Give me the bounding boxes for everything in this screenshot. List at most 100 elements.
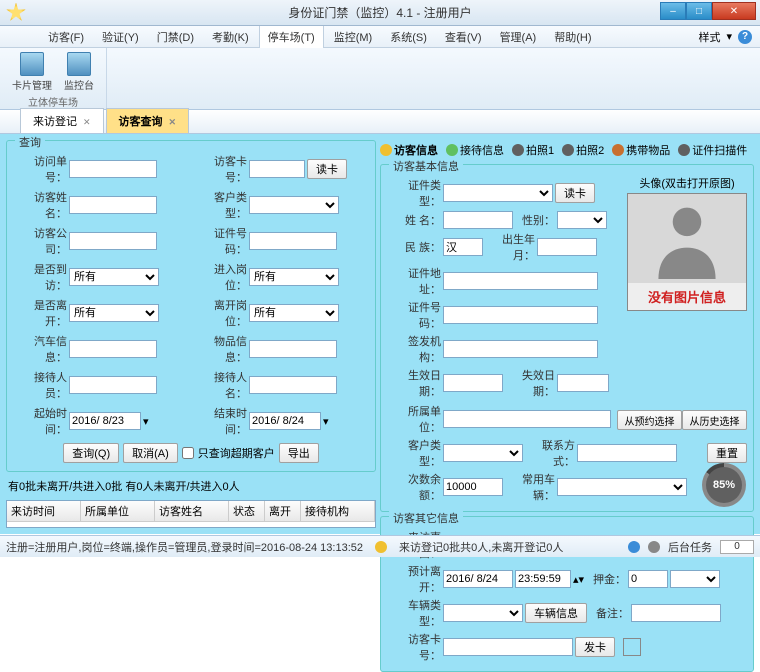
car-info-button[interactable]: 车辆信息 xyxy=(525,603,587,623)
name-input[interactable] xyxy=(443,211,513,229)
menu-access[interactable]: 门禁(D) xyxy=(149,26,202,48)
bulb-icon[interactable] xyxy=(628,541,640,553)
enter-post-select[interactable]: 所有 xyxy=(249,268,339,286)
spinner-icon[interactable]: ▴▾ xyxy=(573,573,584,586)
start-time-input[interactable] xyxy=(69,412,141,430)
visit-name-input[interactable] xyxy=(69,196,157,214)
leave-post-select[interactable]: 所有 xyxy=(249,304,339,322)
tab-visitor-info[interactable]: 访客信息 xyxy=(380,142,438,158)
visit-no-input[interactable] xyxy=(69,160,157,178)
col-visit-time[interactable]: 来访时间 xyxy=(7,501,81,521)
est-leave-time[interactable] xyxy=(515,570,571,588)
basic-title: 访客基本信息 xyxy=(389,158,463,174)
is-arrive-select[interactable]: 所有 xyxy=(69,268,159,286)
menu-visitor[interactable]: 访客(F) xyxy=(40,26,92,48)
col-leave[interactable]: 离开 xyxy=(265,501,301,521)
menu-system[interactable]: 系统(S) xyxy=(382,26,435,48)
issuer-input[interactable] xyxy=(443,340,598,358)
from-hist-button[interactable]: 从历史选择 xyxy=(682,410,747,430)
deposit-input[interactable] xyxy=(628,570,668,588)
tab-visit-register[interactable]: 来访登记✕ xyxy=(20,108,104,133)
scan-icon xyxy=(678,144,690,156)
card-no-input[interactable] xyxy=(249,160,305,178)
tab-visitor-query[interactable]: 访客查询✕ xyxy=(106,108,190,133)
menu-verify[interactable]: 验证(Y) xyxy=(94,26,147,48)
export-button[interactable]: 导出 xyxy=(279,443,319,463)
end-time-input[interactable] xyxy=(249,412,321,430)
tab-cert-scan[interactable]: 证件扫描件 xyxy=(678,142,747,158)
read-card-button[interactable]: 读卡 xyxy=(307,159,347,179)
card-no2-input[interactable] xyxy=(443,638,573,656)
receptionist-input[interactable] xyxy=(69,376,157,394)
recept-name-input[interactable] xyxy=(249,376,337,394)
style-dropdown[interactable]: 样式 xyxy=(698,29,720,45)
tab-recept-info[interactable]: 接待信息 xyxy=(446,142,504,158)
calendar-icon[interactable]: ▾ xyxy=(143,415,149,428)
cert-type-select[interactable] xyxy=(443,184,553,202)
menu-parking[interactable]: 停车场(T) xyxy=(259,25,324,48)
card-mgmt-button[interactable]: 卡片管理 xyxy=(8,50,56,94)
only-overdue-checkbox[interactable] xyxy=(182,447,194,459)
tab-photo1[interactable]: 拍照1 xyxy=(512,142,554,158)
monitor-console-button[interactable]: 监控台 xyxy=(60,50,98,94)
photo-header: 头像(双击打开原图) xyxy=(627,175,747,191)
query-button[interactable]: 查询(Q) xyxy=(63,443,119,463)
result-table[interactable]: 来访时间 所属单位 访客姓名 状态 离开 接待机构 xyxy=(6,500,376,528)
window-title: 身份证门禁（监控）4.1 - 注册用户 xyxy=(288,4,471,21)
addr-input[interactable] xyxy=(443,272,598,290)
menu-monitor[interactable]: 监控(M) xyxy=(326,26,381,48)
menu-help[interactable]: 帮助(H) xyxy=(546,26,599,48)
close-icon[interactable]: ✕ xyxy=(83,117,91,127)
tab-photo2[interactable]: 拍照2 xyxy=(562,142,604,158)
col-unit[interactable]: 所属单位 xyxy=(81,501,155,521)
maximize-button[interactable]: □ xyxy=(686,2,712,20)
cloud-icon[interactable] xyxy=(648,541,660,553)
birth-input[interactable] xyxy=(537,238,597,256)
issue-card-button[interactable]: 发卡 xyxy=(575,637,615,657)
count-left-input[interactable] xyxy=(443,478,503,496)
calendar-icon[interactable]: ▾ xyxy=(323,415,329,428)
col-name[interactable]: 访客姓名 xyxy=(155,501,229,521)
cert-no-input[interactable] xyxy=(249,232,337,250)
avatar-placeholder xyxy=(628,194,746,283)
chat-icon xyxy=(446,144,458,156)
col-status[interactable]: 状态 xyxy=(229,501,265,521)
minimize-button[interactable]: – xyxy=(660,2,686,20)
cancel-button[interactable]: 取消(A) xyxy=(123,443,178,463)
card-icon xyxy=(20,52,44,76)
menu-manage[interactable]: 管理(A) xyxy=(492,26,545,48)
car-info-input[interactable] xyxy=(69,340,157,358)
remark-input[interactable] xyxy=(631,604,721,622)
progress-circle: 85% xyxy=(702,463,746,507)
nation-input[interactable] xyxy=(443,238,483,256)
menu-view[interactable]: 查看(V) xyxy=(437,26,490,48)
color-box[interactable] xyxy=(623,638,641,656)
belong-input[interactable] xyxy=(443,410,611,428)
col-recept-org[interactable]: 接待机构 xyxy=(301,501,375,521)
close-button[interactable]: ✕ xyxy=(712,2,756,20)
close-icon[interactable]: ✕ xyxy=(169,117,177,127)
menu-attendance[interactable]: 考勤(K) xyxy=(204,26,257,48)
from-appt-button[interactable]: 从预约选择 xyxy=(617,410,682,430)
est-leave-date[interactable] xyxy=(443,570,513,588)
item-info-input[interactable] xyxy=(249,340,337,358)
expire-input[interactable] xyxy=(557,374,609,392)
reset-button[interactable]: 重置 xyxy=(707,443,747,463)
box-icon xyxy=(612,144,624,156)
status-left: 注册=注册用户,岗位=终端,操作员=管理员,登录时间=2016-08-24 13… xyxy=(6,539,363,555)
cust-type2-select[interactable] xyxy=(443,444,523,462)
read-card-button2[interactable]: 读卡 xyxy=(555,183,595,203)
deposit-unit-select[interactable] xyxy=(670,570,720,588)
help-icon[interactable]: ? xyxy=(738,30,752,44)
cert-no2-input[interactable] xyxy=(443,306,598,324)
car-type-select[interactable] xyxy=(443,604,523,622)
tab-carry-items[interactable]: 携带物品 xyxy=(612,142,670,158)
visit-company-input[interactable] xyxy=(69,232,157,250)
cust-type-select[interactable] xyxy=(249,196,339,214)
photo-box[interactable]: 没有图片信息 xyxy=(627,193,747,311)
contact-input[interactable] xyxy=(577,444,677,462)
common-car-select[interactable] xyxy=(557,478,687,496)
sex-select[interactable] xyxy=(557,211,607,229)
is-leave-select[interactable]: 所有 xyxy=(69,304,159,322)
effective-input[interactable] xyxy=(443,374,503,392)
